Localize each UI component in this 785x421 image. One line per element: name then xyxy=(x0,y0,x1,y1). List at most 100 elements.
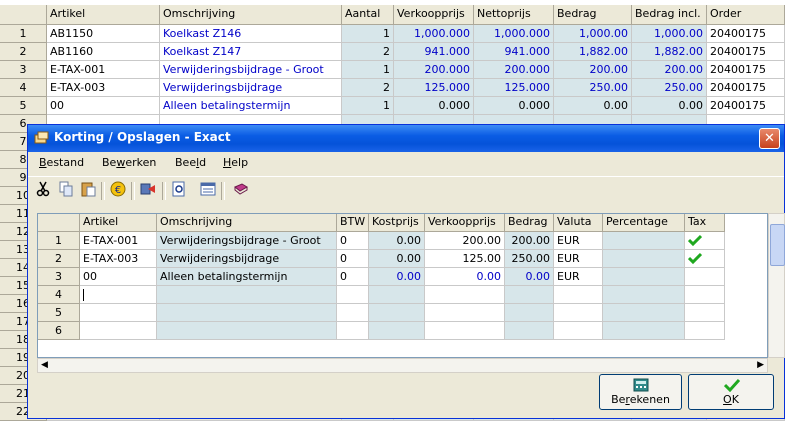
cell-aantal[interactable]: 1 xyxy=(342,25,394,43)
grid-cell-percentage[interactable] xyxy=(603,232,685,250)
close-button[interactable]: ✕ xyxy=(759,128,780,149)
grid-cell-omschrijving[interactable]: Verwijderingsbijdrage - Groot xyxy=(157,232,337,250)
grid-cell-omschrijving[interactable] xyxy=(157,304,337,322)
grid-cell-verkoopprijs[interactable] xyxy=(425,322,505,340)
cell-nettoprijs[interactable]: 0.000 xyxy=(474,97,554,115)
cell-aantal[interactable]: 2 xyxy=(342,43,394,61)
grid-header-artikel[interactable]: Artikel xyxy=(80,214,157,232)
cell-bedrag[interactable]: 200.00 xyxy=(554,61,632,79)
list-button[interactable] xyxy=(198,181,218,201)
grid-cell-valuta[interactable] xyxy=(554,322,603,340)
grid-cell-btw[interactable]: 0 xyxy=(337,232,369,250)
cell-nettoprijs[interactable]: 1,000.000 xyxy=(474,25,554,43)
cell-verkoopprijs[interactable]: 1,000.000 xyxy=(394,25,474,43)
grid-cell-valuta[interactable]: EUR xyxy=(554,268,603,286)
grid-cell-verkoopprijs[interactable]: 0.00 xyxy=(425,268,505,286)
paste-button[interactable] xyxy=(78,181,98,201)
ok-button[interactable]: OK xyxy=(688,374,774,410)
grid-header-tax[interactable]: Tax xyxy=(685,214,725,232)
dialog-titlebar[interactable]: Korting / Opslagen - Exact ✕ xyxy=(28,125,784,152)
column-header-omschrijving[interactable]: Omschrijving xyxy=(160,5,342,25)
grid-cell-tax[interactable] xyxy=(685,232,725,250)
cell-omschrijving[interactable]: Koelkast Z147 xyxy=(160,43,342,61)
grid-header-kostprijs[interactable]: Kostprijs xyxy=(369,214,425,232)
cell-artikel[interactable]: AB1160 xyxy=(47,43,160,61)
grid-cell-kostprijs[interactable]: 0.00 xyxy=(369,268,425,286)
grid-cell-omschrijving[interactable]: Verwijderingsbijdrage xyxy=(157,250,337,268)
cell-artikel[interactable]: E-TAX-001 xyxy=(47,61,160,79)
column-header-nettoprijs[interactable]: Nettoprijs xyxy=(474,5,554,25)
grid-cell-btw[interactable] xyxy=(337,322,369,340)
grid-cell-tax[interactable] xyxy=(685,304,725,322)
cell-order[interactable]: 20400175 xyxy=(707,97,785,115)
cell-nettoprijs[interactable]: 200.000 xyxy=(474,61,554,79)
grid-cell-percentage[interactable] xyxy=(603,304,685,322)
grid-cell-valuta[interactable] xyxy=(554,304,603,322)
cell-aantal[interactable]: 2 xyxy=(342,79,394,97)
grid-header-valuta[interactable]: Valuta xyxy=(554,214,603,232)
grid-cell-kostprijs[interactable] xyxy=(369,322,425,340)
euro-button[interactable]: € xyxy=(108,181,128,201)
grid-cell-valuta[interactable]: EUR xyxy=(554,250,603,268)
menu-bewerken[interactable]: Bewerken xyxy=(102,156,156,169)
book-button[interactable] xyxy=(231,181,251,201)
cell-order[interactable]: 20400175 xyxy=(707,43,785,61)
scroll-right-icon[interactable]: ▶ xyxy=(757,360,764,370)
grid-cell-bedrag[interactable] xyxy=(505,304,554,322)
grid-horizontal-scrollbar[interactable]: ◀ ▶ xyxy=(37,358,768,373)
grid-cell-bedrag[interactable]: 0.00 xyxy=(505,268,554,286)
grid-cell-kostprijs[interactable]: 0.00 xyxy=(369,250,425,268)
grid-cell-verkoopprijs[interactable] xyxy=(425,304,505,322)
grid-vertical-scrollbar[interactable] xyxy=(768,213,785,358)
grid-cell-artikel[interactable] xyxy=(80,322,157,340)
cell-verkoopprijs[interactable]: 0.000 xyxy=(394,97,474,115)
cell-artikel[interactable]: AB1150 xyxy=(47,25,160,43)
cell-aantal[interactable]: 1 xyxy=(342,97,394,115)
cell-order[interactable]: 20400175 xyxy=(707,61,785,79)
cell-omschrijving[interactable]: Alleen betalingstermijn xyxy=(160,97,342,115)
grid-cell-kostprijs[interactable] xyxy=(369,286,425,304)
grid-cell-omschrijving[interactable]: Alleen betalingstermijn xyxy=(157,268,337,286)
cell-verkoopprijs[interactable]: 200.000 xyxy=(394,61,474,79)
cell-nettoprijs[interactable]: 941.000 xyxy=(474,43,554,61)
grid-cell-percentage[interactable] xyxy=(603,250,685,268)
cell-bedrag-incl[interactable]: 1,000.00 xyxy=(632,25,707,43)
cell-omschrijving[interactable]: Koelkast Z146 xyxy=(160,25,342,43)
column-header-verkoopprijs[interactable]: Verkoopprijs xyxy=(394,5,474,25)
cell-bedrag[interactable]: 250.00 xyxy=(554,79,632,97)
cell-verkoopprijs[interactable]: 125.000 xyxy=(394,79,474,97)
menu-bestand[interactable]: Bestand xyxy=(39,156,84,169)
grid-cell-tax[interactable] xyxy=(685,286,725,304)
grid-cell-artikel[interactable]: 00 xyxy=(80,268,157,286)
cell-nettoprijs[interactable]: 125.000 xyxy=(474,79,554,97)
cell-artikel[interactable]: E-TAX-003 xyxy=(47,79,160,97)
cell-aantal[interactable]: 1 xyxy=(342,61,394,79)
scroll-thumb[interactable] xyxy=(770,224,785,266)
cell-bedrag[interactable]: 1,000.00 xyxy=(554,25,632,43)
berekenen-button[interactable]: Berekenen xyxy=(599,374,682,410)
cell-omschrijving[interactable]: Verwijderingsbijdrage - Groot xyxy=(160,61,342,79)
grid-cell-btw[interactable]: 0 xyxy=(337,268,369,286)
grid-cell-omschrijving[interactable] xyxy=(157,322,337,340)
cell-verkoopprijs[interactable]: 941.000 xyxy=(394,43,474,61)
cut-button[interactable] xyxy=(33,181,53,201)
grid-cell-verkoopprijs[interactable]: 200.00 xyxy=(425,232,505,250)
grid-cell-btw[interactable] xyxy=(337,304,369,322)
grid-cell-verkoopprijs[interactable] xyxy=(425,286,505,304)
cell-bedrag[interactable]: 0.00 xyxy=(554,97,632,115)
grid-cell-percentage[interactable] xyxy=(603,322,685,340)
column-header-aantal[interactable]: Aantal xyxy=(342,5,394,25)
cell-order[interactable]: 20400175 xyxy=(707,79,785,97)
cell-bedrag-incl[interactable]: 250.00 xyxy=(632,79,707,97)
grid-cell-omschrijving[interactable] xyxy=(157,286,337,304)
grid-cell-btw[interactable] xyxy=(337,286,369,304)
grid-cell-valuta[interactable] xyxy=(554,286,603,304)
grid-cell-artikel[interactable] xyxy=(80,304,157,322)
grid-cell-tax[interactable] xyxy=(685,322,725,340)
grid-cell-artikel[interactable]: E-TAX-003 xyxy=(80,250,157,268)
cell-bedrag-incl[interactable]: 200.00 xyxy=(632,61,707,79)
cell-bedrag-incl[interactable]: 1,882.00 xyxy=(632,43,707,61)
grid-header-bedrag[interactable]: Bedrag xyxy=(505,214,554,232)
cell-bedrag[interactable]: 1,882.00 xyxy=(554,43,632,61)
grid-cell-percentage[interactable] xyxy=(603,286,685,304)
